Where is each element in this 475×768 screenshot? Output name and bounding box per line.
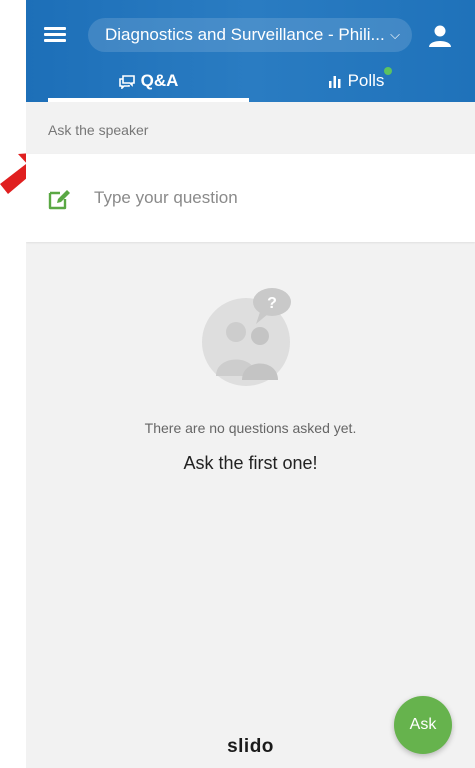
menu-button[interactable] <box>42 24 68 46</box>
question-placeholder: Type your question <box>94 188 238 207</box>
menu-icon <box>44 27 66 30</box>
tab-qa[interactable]: Q&A <box>48 60 249 102</box>
tab-polls[interactable]: Polls <box>256 60 456 102</box>
ask-button[interactable]: Ask <box>394 696 452 754</box>
chat-bubbles-icon <box>118 74 135 89</box>
empty-state-cta: Ask the first one! <box>183 453 318 473</box>
empty-questions-illustration: ? <box>202 288 291 386</box>
event-title: Diagnostics and Surveillance - Phili... <box>105 25 385 44</box>
tab-qa-label: Q&A <box>140 71 179 90</box>
section-label: Ask the speaker <box>48 122 149 138</box>
new-poll-indicator <box>384 67 392 75</box>
top-bar: Diagnostics and Surveillance - Phili... … <box>26 0 475 102</box>
event-selector[interactable]: Diagnostics and Surveillance - Phili... … <box>88 18 412 52</box>
chevron-down-icon: ⌵ <box>390 27 400 42</box>
svg-text:?: ? <box>267 295 277 312</box>
question-input[interactable]: Type your question <box>26 154 475 242</box>
empty-state-message: There are no questions asked yet. <box>144 420 357 436</box>
bar-chart-icon <box>328 76 341 89</box>
slido-app: Diagnostics and Surveillance - Phili... … <box>26 0 475 768</box>
tab-polls-label: Polls <box>347 71 385 90</box>
user-profile-icon[interactable] <box>426 22 454 50</box>
compose-icon <box>48 190 70 210</box>
